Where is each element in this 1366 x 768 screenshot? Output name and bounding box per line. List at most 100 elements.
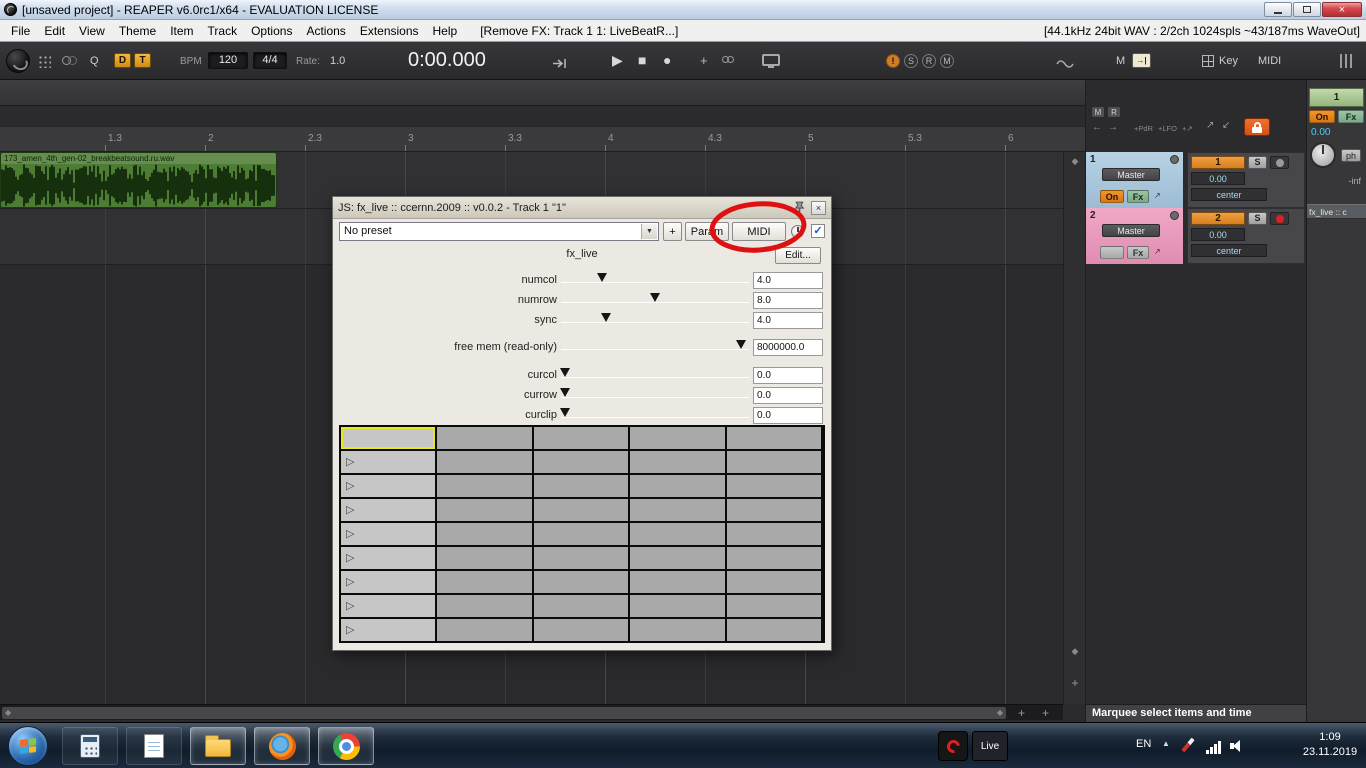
vscroll-top-handle[interactable]: ◆ xyxy=(1064,156,1086,167)
slider-track[interactable] xyxy=(561,293,749,303)
q-button[interactable]: Q xyxy=(90,55,99,67)
insert-to-track-icon[interactable]: →| xyxy=(1132,53,1151,68)
record-arm-button[interactable] xyxy=(1170,211,1179,220)
tray-pen-icon[interactable] xyxy=(1181,737,1195,753)
clip-cell-r2c2[interactable] xyxy=(533,475,628,497)
clip-cell-r1c3[interactable] xyxy=(630,451,725,473)
taskbar-explorer-icon[interactable] xyxy=(190,727,246,765)
slider-thumb[interactable] xyxy=(559,408,570,417)
pan-knob[interactable] xyxy=(1310,142,1336,168)
menu-help[interactable]: Help xyxy=(426,21,465,41)
route-button[interactable]: Master xyxy=(1102,168,1160,181)
slider-thumb[interactable] xyxy=(559,388,570,397)
close-button[interactable]: × xyxy=(1322,2,1362,17)
taskbar-live-button[interactable]: Live xyxy=(972,731,1008,761)
midi-button[interactable]: MIDI xyxy=(732,222,786,241)
slider-thumb[interactable] xyxy=(650,293,660,302)
fx-slider-numcol[interactable]: numcol 4.0 xyxy=(333,271,831,291)
param-button[interactable]: Param xyxy=(685,222,729,241)
hscroll-right-handle[interactable]: ◆ xyxy=(997,708,1003,717)
clip-cell-r5c4[interactable] xyxy=(726,547,821,569)
clip-cell-r8c4[interactable] xyxy=(726,619,821,641)
goto-end-icon[interactable] xyxy=(552,56,568,74)
volume-value[interactable]: 0.00 xyxy=(1191,172,1245,185)
slider-thumb[interactable] xyxy=(559,368,570,377)
rate-value[interactable]: 1.0 xyxy=(330,55,345,67)
menu-file[interactable]: File xyxy=(4,21,37,41)
track-badge[interactable]: 1 xyxy=(1191,156,1245,169)
clip-cell-r2c3[interactable] xyxy=(630,475,725,497)
vscroll-bottom-handle[interactable]: ◆ xyxy=(1064,646,1086,657)
slider-value[interactable]: 4.0 xyxy=(753,272,823,289)
clip-cell-r2c4[interactable] xyxy=(726,475,821,497)
clip-cell-r1c4[interactable] xyxy=(726,451,821,473)
minimize-button[interactable] xyxy=(1264,2,1292,17)
fx-slider-free-mem-read-only-[interactable]: free mem (read-only) 8000000.0 xyxy=(333,338,831,358)
wet-knob[interactable] xyxy=(791,225,804,238)
slider-track[interactable] xyxy=(561,313,749,323)
clip-cell-r4c3[interactable] xyxy=(630,523,725,545)
record-arm-button[interactable] xyxy=(1170,155,1179,164)
horizontal-scrollbar[interactable]: ◆ ◆ + + xyxy=(0,704,1063,720)
clip-cell-r8c1[interactable] xyxy=(437,619,532,641)
route-button[interactable]: Master xyxy=(1102,224,1160,237)
hscroll-left-handle[interactable]: ◆ xyxy=(5,708,11,717)
clip-cell-r8c3[interactable] xyxy=(630,619,725,641)
mixer-volume-value[interactable]: 0.00 xyxy=(1311,127,1330,138)
indicator-M[interactable]: M xyxy=(940,54,954,68)
menu-actions[interactable]: Actions xyxy=(299,21,352,41)
clip-cell-r0c4[interactable] xyxy=(726,427,821,449)
preset-add-button[interactable]: + xyxy=(663,222,682,241)
slider-track[interactable] xyxy=(561,340,749,350)
clip-cell-r2c0[interactable]: ▷ xyxy=(341,475,435,497)
slider-value[interactable]: 0.0 xyxy=(753,367,823,384)
clip-cell-r6c1[interactable] xyxy=(437,571,532,593)
clip-cell-r5c0[interactable]: ▷ xyxy=(341,547,435,569)
track-badge[interactable]: 2 xyxy=(1191,212,1245,225)
hint-pdr[interactable]: +PdR xyxy=(1134,124,1153,133)
fx-close-button[interactable]: × xyxy=(811,200,826,215)
clip-cell-r6c4[interactable] xyxy=(726,571,821,593)
pin-icon[interactable] xyxy=(792,200,807,215)
mixer-track-header[interactable]: 1 xyxy=(1309,88,1364,107)
clip-cell-r3c1[interactable] xyxy=(437,499,532,521)
clip-cell-r0c3[interactable] xyxy=(630,427,725,449)
fx-slot-label[interactable]: fx_live :: c xyxy=(1307,204,1366,219)
track-panel-1[interactable]: 1 Master On Fx ↗ xyxy=(1086,152,1183,208)
maximize-button[interactable] xyxy=(1293,2,1321,17)
tray-language[interactable]: EN xyxy=(1136,738,1151,750)
clip-cell-r0c0[interactable] xyxy=(341,427,435,449)
fx-slider-curcol[interactable]: curcol 0.0 xyxy=(333,366,831,386)
menu-view[interactable]: View xyxy=(72,21,112,41)
hzoom-out-icon[interactable]: + xyxy=(1018,706,1025,720)
master-m-button[interactable]: M xyxy=(1091,106,1105,118)
slider-thumb[interactable] xyxy=(597,273,608,282)
taskbar-reaper-icon[interactable] xyxy=(938,731,968,761)
fx-slider-currow[interactable]: currow 0.0 xyxy=(333,386,831,406)
master-r-button[interactable]: R xyxy=(1107,106,1121,118)
clip-cell-r3c2[interactable] xyxy=(533,499,628,521)
taskbar-notepad-icon[interactable] xyxy=(126,727,182,765)
hint-lfo[interactable]: +LFO xyxy=(1158,124,1177,133)
clip-cell-r3c4[interactable] xyxy=(726,499,821,521)
nav-right-icon[interactable]: → xyxy=(1108,122,1118,133)
zoom-diag-icon[interactable]: ↗ xyxy=(1206,120,1214,131)
link-icon[interactable] xyxy=(722,56,734,63)
slider-thumb[interactable] xyxy=(736,340,747,349)
nav-left-icon[interactable]: ← xyxy=(1092,122,1102,133)
track-fx-button[interactable]: Fx xyxy=(1127,190,1149,203)
clip-cell-r0c2[interactable] xyxy=(533,427,628,449)
track-panel-2[interactable]: 2 Master Fx ↗ xyxy=(1086,208,1183,264)
clip-cell-r8c0[interactable]: ▷ xyxy=(341,619,435,641)
clip-cell-r6c2[interactable] xyxy=(533,571,628,593)
indicator-![interactable]: ! xyxy=(886,54,900,68)
clip-cell-r4c2[interactable] xyxy=(533,523,628,545)
clip-cell-r8c2[interactable] xyxy=(533,619,628,641)
slider-value[interactable]: 4.0 xyxy=(753,312,823,329)
vzoom-in-icon[interactable]: + xyxy=(1064,676,1086,690)
indicator-R[interactable]: R xyxy=(922,54,936,68)
time-display[interactable]: 0:00.000 xyxy=(408,49,486,72)
menu-item[interactable]: Item xyxy=(163,21,200,41)
clip-cell-r1c0[interactable]: ▷ xyxy=(341,451,435,473)
reaper-logo-icon[interactable] xyxy=(6,49,30,73)
